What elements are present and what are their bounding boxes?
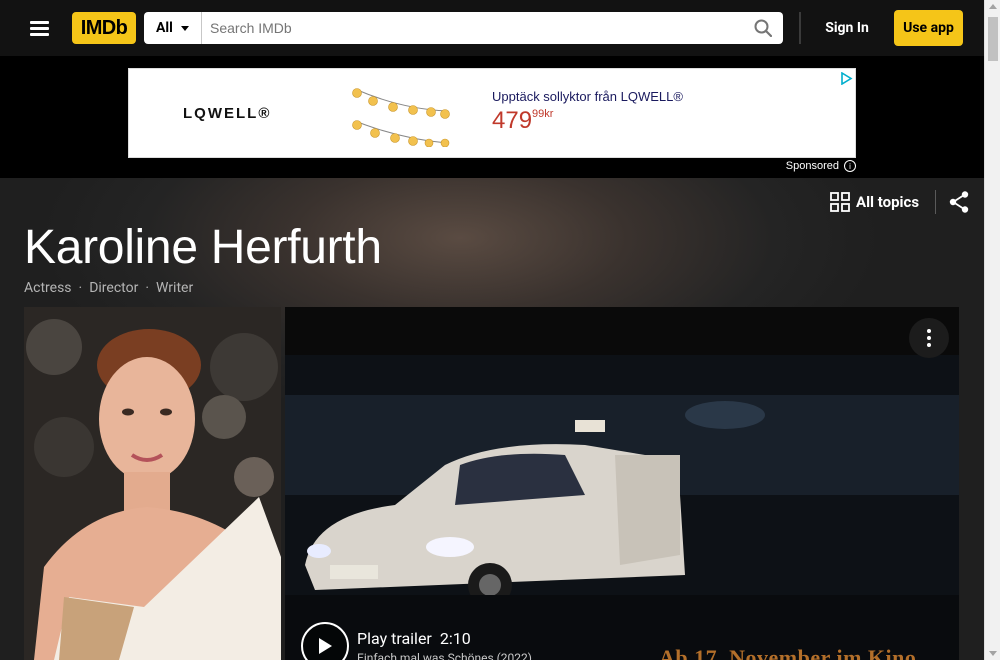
role-item[interactable]: Writer — [156, 280, 193, 296]
video-overlay-text: Ab 17. November im Kino — [659, 645, 917, 660]
search-bar: All — [144, 12, 783, 44]
scroll-thumb[interactable] — [988, 17, 998, 61]
ad-headline: Upptäck sollyktor från LQWELL® — [492, 89, 683, 104]
trailer-video[interactable]: Ab 17. November im Kino Play trailer 2:1… — [285, 307, 959, 660]
ad-price-currency: kr — [544, 108, 554, 120]
profile-photo[interactable] — [24, 307, 281, 660]
trailer-subtitle: Einfach mal was Schönes (2022) — [357, 651, 532, 660]
play-trailer-text: Play trailer — [357, 629, 432, 648]
search-input[interactable] — [202, 12, 743, 44]
hero-divider — [935, 190, 936, 214]
search-category-dropdown[interactable]: All — [144, 12, 202, 44]
trailer-duration: 2:10 — [439, 629, 471, 648]
search-button[interactable] — [743, 12, 783, 44]
menu-icon[interactable] — [24, 16, 56, 40]
all-topics-label: All topics — [856, 193, 920, 211]
sponsored-label: Sponsored i — [786, 160, 856, 172]
scroll-down-icon[interactable] — [989, 651, 997, 656]
ad-brand-logo: LQWELL® — [183, 105, 272, 122]
play-trailer-label[interactable]: Play trailer 2:10 — [357, 629, 471, 648]
grid-icon — [830, 192, 850, 212]
page-scrollbar[interactable] — [984, 0, 1000, 660]
profile-photo-image — [24, 307, 281, 660]
page-title: Karoline Herfurth — [24, 221, 382, 274]
ad-price-main: 479 — [492, 107, 533, 134]
top-nav: IMDb All Sign In Use app — [0, 0, 984, 56]
role-item[interactable]: Director — [89, 280, 138, 296]
play-icon — [319, 638, 332, 654]
ad-banner-area: LQWELL® Upptäck sollyktor från LQWELL® 4… — [0, 56, 984, 178]
roles-list: Actress · Director · Writer — [24, 280, 193, 296]
ad-choices-icon[interactable] — [840, 72, 853, 85]
share-icon[interactable] — [948, 190, 970, 214]
sign-in-button[interactable]: Sign In — [813, 12, 881, 44]
taxi-scene-image — [285, 355, 959, 660]
ad-price: 47999kr — [492, 107, 553, 135]
more-options-icon[interactable] — [909, 318, 949, 358]
trailer-thumbnail — [285, 355, 959, 660]
caret-down-icon — [180, 25, 189, 31]
ad-banner[interactable]: LQWELL® Upptäck sollyktor från LQWELL® 4… — [128, 68, 856, 158]
ad-price-cents: 99 — [532, 108, 545, 120]
role-item[interactable]: Actress — [24, 280, 72, 296]
sponsored-text: Sponsored — [785, 160, 839, 172]
all-topics-button[interactable]: All topics — [830, 192, 919, 212]
nav-divider — [799, 12, 801, 44]
search-icon — [754, 19, 772, 37]
scroll-up-icon[interactable] — [989, 4, 997, 9]
separator: · — [145, 280, 150, 296]
hero-section: All topics Karoline Herfurth Actress · D… — [0, 178, 984, 660]
separator: · — [78, 280, 83, 296]
use-app-button[interactable]: Use app — [894, 10, 963, 46]
info-icon[interactable]: i — [844, 160, 856, 172]
string-lights-image — [352, 88, 450, 147]
imdb-logo[interactable]: IMDb — [72, 12, 136, 44]
search-category-label: All — [156, 20, 173, 36]
